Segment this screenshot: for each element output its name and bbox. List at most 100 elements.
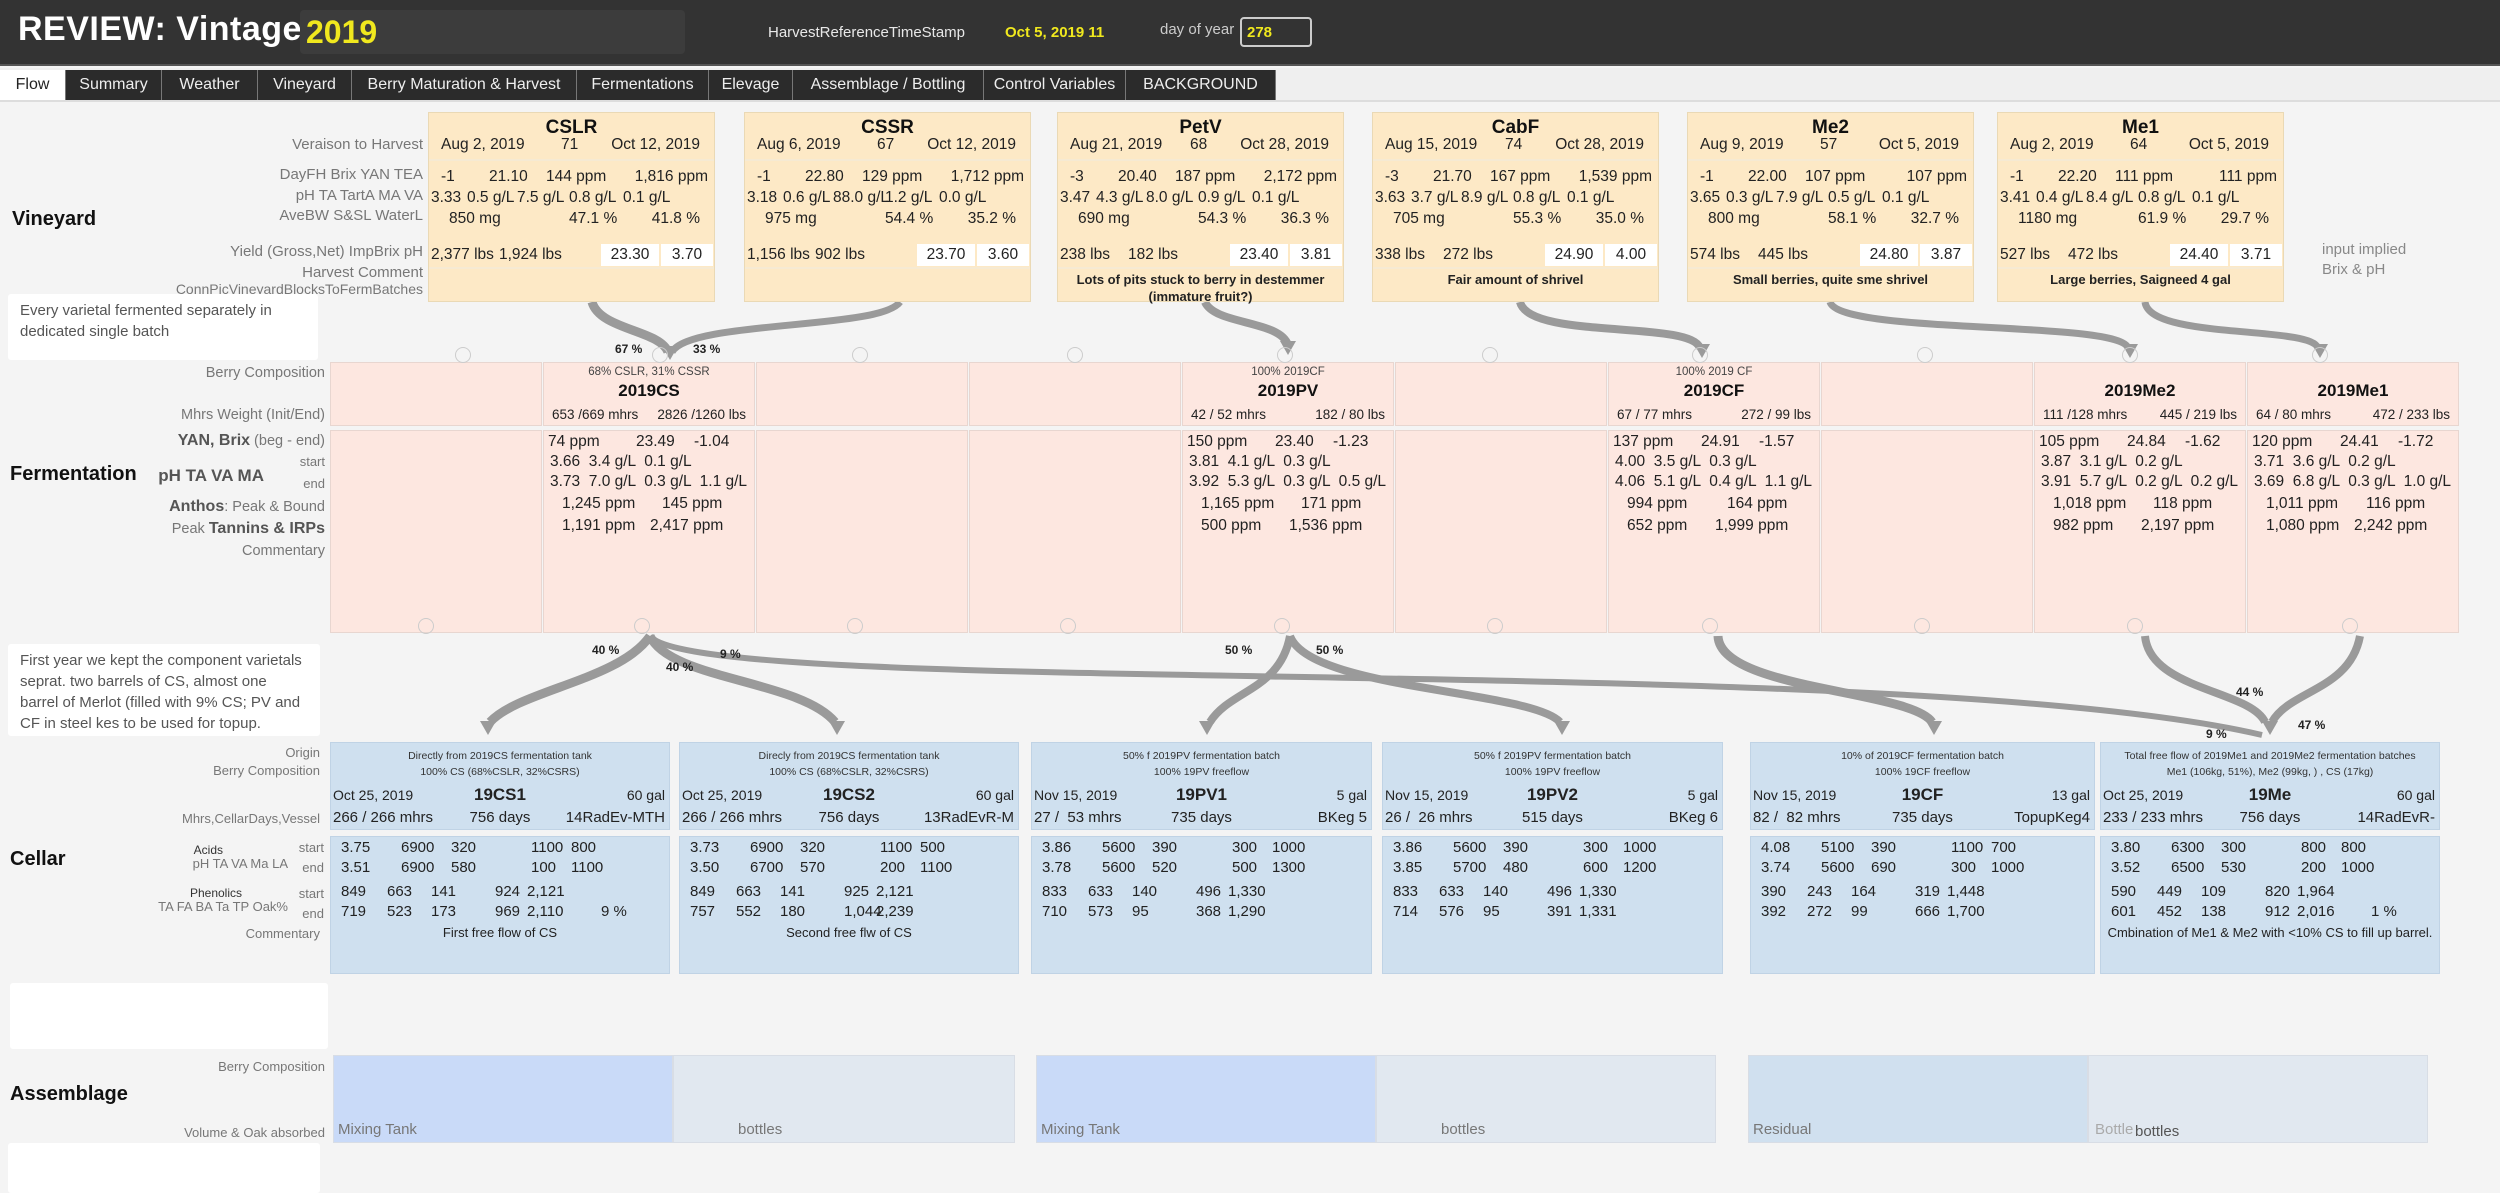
berry-composition: 100% 19CF freeflow bbox=[1874, 766, 1971, 778]
blank-note-box-2 bbox=[8, 1143, 320, 1193]
connector-port[interactable] bbox=[418, 618, 434, 634]
connector-port[interactable] bbox=[1702, 618, 1718, 634]
phenolic-end-value: 138 bbox=[2201, 903, 2227, 920]
phenolic-end-value: 710 bbox=[1042, 903, 1068, 920]
assemblage-label: Mixing Tank bbox=[338, 1121, 417, 1138]
tab-fermentations[interactable]: Fermentations bbox=[577, 70, 709, 100]
ferm-batch-header: 100% 2019CF 2019PV 42 / 52 mhrs 182 / 80 lb… bbox=[1182, 362, 1394, 426]
anthos-sub: : Peak & Bound bbox=[224, 499, 325, 515]
connector-port[interactable] bbox=[2127, 618, 2143, 634]
tab-berry-maturation-harvest[interactable]: Berry Maturation & Harvest bbox=[352, 70, 577, 100]
assemblage-cell[interactable]: bottles bbox=[1376, 1055, 1716, 1143]
tab-assemblage-bottling[interactable]: Assemblage / Bottling bbox=[793, 70, 984, 100]
acid-end-value: 480 bbox=[1503, 859, 1529, 876]
day-of-year-input[interactable] bbox=[1240, 17, 1312, 47]
anthos-bold: Anthos bbox=[169, 498, 225, 515]
berry-comp-label: Berry Composition bbox=[205, 365, 325, 381]
tea: 107 ppm bbox=[1906, 168, 1967, 185]
assemblage-cell[interactable]: Mixing Tank bbox=[333, 1055, 673, 1143]
assemblage-cell[interactable]: bottles bbox=[673, 1055, 1015, 1143]
ferm-batch-body: 137 ppm 24.91 -1.57 4.00 3.5 g/L 0.3 g/L 4.0… bbox=[1608, 430, 1820, 633]
imp-brix-field[interactable]: 23.70 bbox=[917, 244, 975, 266]
tab-vineyard[interactable]: Vineyard bbox=[258, 70, 352, 100]
vineyard-label-1: DayFH Brix YAN TEA bbox=[279, 166, 423, 183]
connector-port[interactable] bbox=[1277, 347, 1293, 363]
doy-label: day of year bbox=[1160, 21, 1235, 38]
connector-port[interactable] bbox=[1692, 347, 1708, 363]
connector-port[interactable] bbox=[1067, 347, 1083, 363]
start-label: start bbox=[299, 454, 325, 469]
acid-end-value: 570 bbox=[800, 859, 826, 876]
phenolic-start-value: 140 bbox=[1483, 883, 1509, 900]
acid-end-value: 5600 bbox=[1102, 859, 1136, 876]
connector-port[interactable] bbox=[1060, 618, 1076, 634]
acid-end-value: 3.51 bbox=[341, 859, 371, 876]
cellar-commentary-label: Commentary bbox=[245, 926, 320, 941]
anthos-peak: 1,018 ppm bbox=[2053, 495, 2127, 512]
imp-brix-field[interactable]: 24.80 bbox=[1860, 244, 1918, 266]
connector-port[interactable] bbox=[852, 347, 868, 363]
phenolic-end-value: 1 % bbox=[2371, 903, 2397, 920]
tab-elevage[interactable]: Elevage bbox=[709, 70, 793, 100]
assemblage-cell[interactable]: Mixing Tank bbox=[1036, 1055, 1376, 1143]
phenolic-end-value: 714 bbox=[1393, 903, 1419, 920]
tab-weather[interactable]: Weather bbox=[162, 70, 258, 100]
cellar-vessel-header: 10% of 2019CF fermentation batch 100% 19C… bbox=[1750, 742, 2095, 830]
yan-value: 120 ppm bbox=[2252, 433, 2313, 450]
tab-background[interactable]: BACKGROUND bbox=[1126, 70, 1276, 100]
acid-end-value: 1000 bbox=[2341, 859, 2375, 876]
imp-ph-field[interactable]: 3.70 bbox=[661, 244, 713, 266]
imp-ph-field[interactable]: 3.71 bbox=[2230, 244, 2282, 266]
va: 0.1 g/L bbox=[2192, 189, 2240, 206]
imp-brix-field[interactable]: 24.40 bbox=[2170, 244, 2228, 266]
imp-brix-field[interactable]: 23.40 bbox=[1230, 244, 1288, 266]
assemblage-cell[interactable]: Residual bbox=[1748, 1055, 2088, 1143]
connector-port[interactable] bbox=[634, 618, 650, 634]
connector-port[interactable] bbox=[455, 347, 471, 363]
tab-flow[interactable]: Flow bbox=[0, 70, 66, 100]
brix-end: -1.57 bbox=[1759, 433, 1795, 450]
tab-control-variables[interactable]: Control Variables bbox=[984, 70, 1126, 100]
connector-port[interactable] bbox=[652, 347, 668, 363]
connector-port[interactable] bbox=[2312, 347, 2328, 363]
origin-text: 10% of 2019CF fermentation batch 100% 19C… bbox=[1751, 748, 2094, 780]
phenolic-start-value: 496 bbox=[1196, 883, 1222, 900]
harvest-date: Oct 12, 2019 bbox=[927, 136, 1016, 153]
connector-port[interactable] bbox=[1917, 347, 1933, 363]
vineyard-block-card: CabF Aug 15, 2019 74 Oct 28, 2019 -3 21.70 167… bbox=[1372, 112, 1659, 302]
cellar-note: First year we kept the component varieta… bbox=[8, 644, 320, 736]
connector-port[interactable] bbox=[1274, 618, 1290, 634]
brix-end: -1.23 bbox=[1333, 433, 1369, 450]
assemblage-cell[interactable]: Bottle bottles bbox=[2088, 1055, 2428, 1143]
connector-port[interactable] bbox=[1487, 618, 1503, 634]
connector-port[interactable] bbox=[847, 618, 863, 634]
imp-ph-field[interactable]: 3.60 bbox=[977, 244, 1029, 266]
imp-ph-field[interactable]: 3.87 bbox=[1920, 244, 1972, 266]
vintage-field[interactable]: 2019 bbox=[300, 10, 685, 54]
imp-ph-field[interactable]: 4.00 bbox=[1605, 244, 1657, 266]
anthos-peak: 1,011 ppm bbox=[2266, 495, 2339, 512]
tea: 1,816 ppm bbox=[634, 168, 708, 185]
card-divider bbox=[429, 267, 714, 269]
acid-end-value: 5700 bbox=[1453, 859, 1487, 876]
flow-2019cs-to-19cs2 bbox=[645, 633, 839, 726]
yan-value: 137 ppm bbox=[1613, 433, 1674, 450]
batch-weight: 2826 /1260 lbs bbox=[657, 407, 746, 422]
tea: 2,172 ppm bbox=[1263, 168, 1337, 185]
connector-port[interactable] bbox=[1914, 618, 1930, 634]
irps-peak: 2,417 ppm bbox=[650, 517, 724, 534]
imp-ph-field[interactable]: 3.81 bbox=[1290, 244, 1342, 266]
connector-port[interactable] bbox=[2342, 618, 2358, 634]
yan-brix-label: YAN, Brix (beg - end) bbox=[178, 432, 325, 450]
cellar-vessel-header: 50% f 2019PV fermentation batch 100% 19PV… bbox=[1031, 742, 1372, 830]
connector-port[interactable] bbox=[1482, 347, 1498, 363]
phenolic-end-value: 392 bbox=[1761, 903, 1787, 920]
acid-start-value: 800 bbox=[571, 839, 597, 856]
acid-start-value: 6300 bbox=[2171, 839, 2205, 856]
waterl: 32.7 % bbox=[1910, 210, 1959, 227]
connector-port[interactable] bbox=[2122, 347, 2138, 363]
imp-brix-field[interactable]: 24.90 bbox=[1545, 244, 1603, 266]
tab-summary[interactable]: Summary bbox=[66, 70, 162, 100]
imp-brix-field[interactable]: 23.30 bbox=[601, 244, 659, 266]
anthos-peak: 994 ppm bbox=[1627, 495, 1688, 512]
